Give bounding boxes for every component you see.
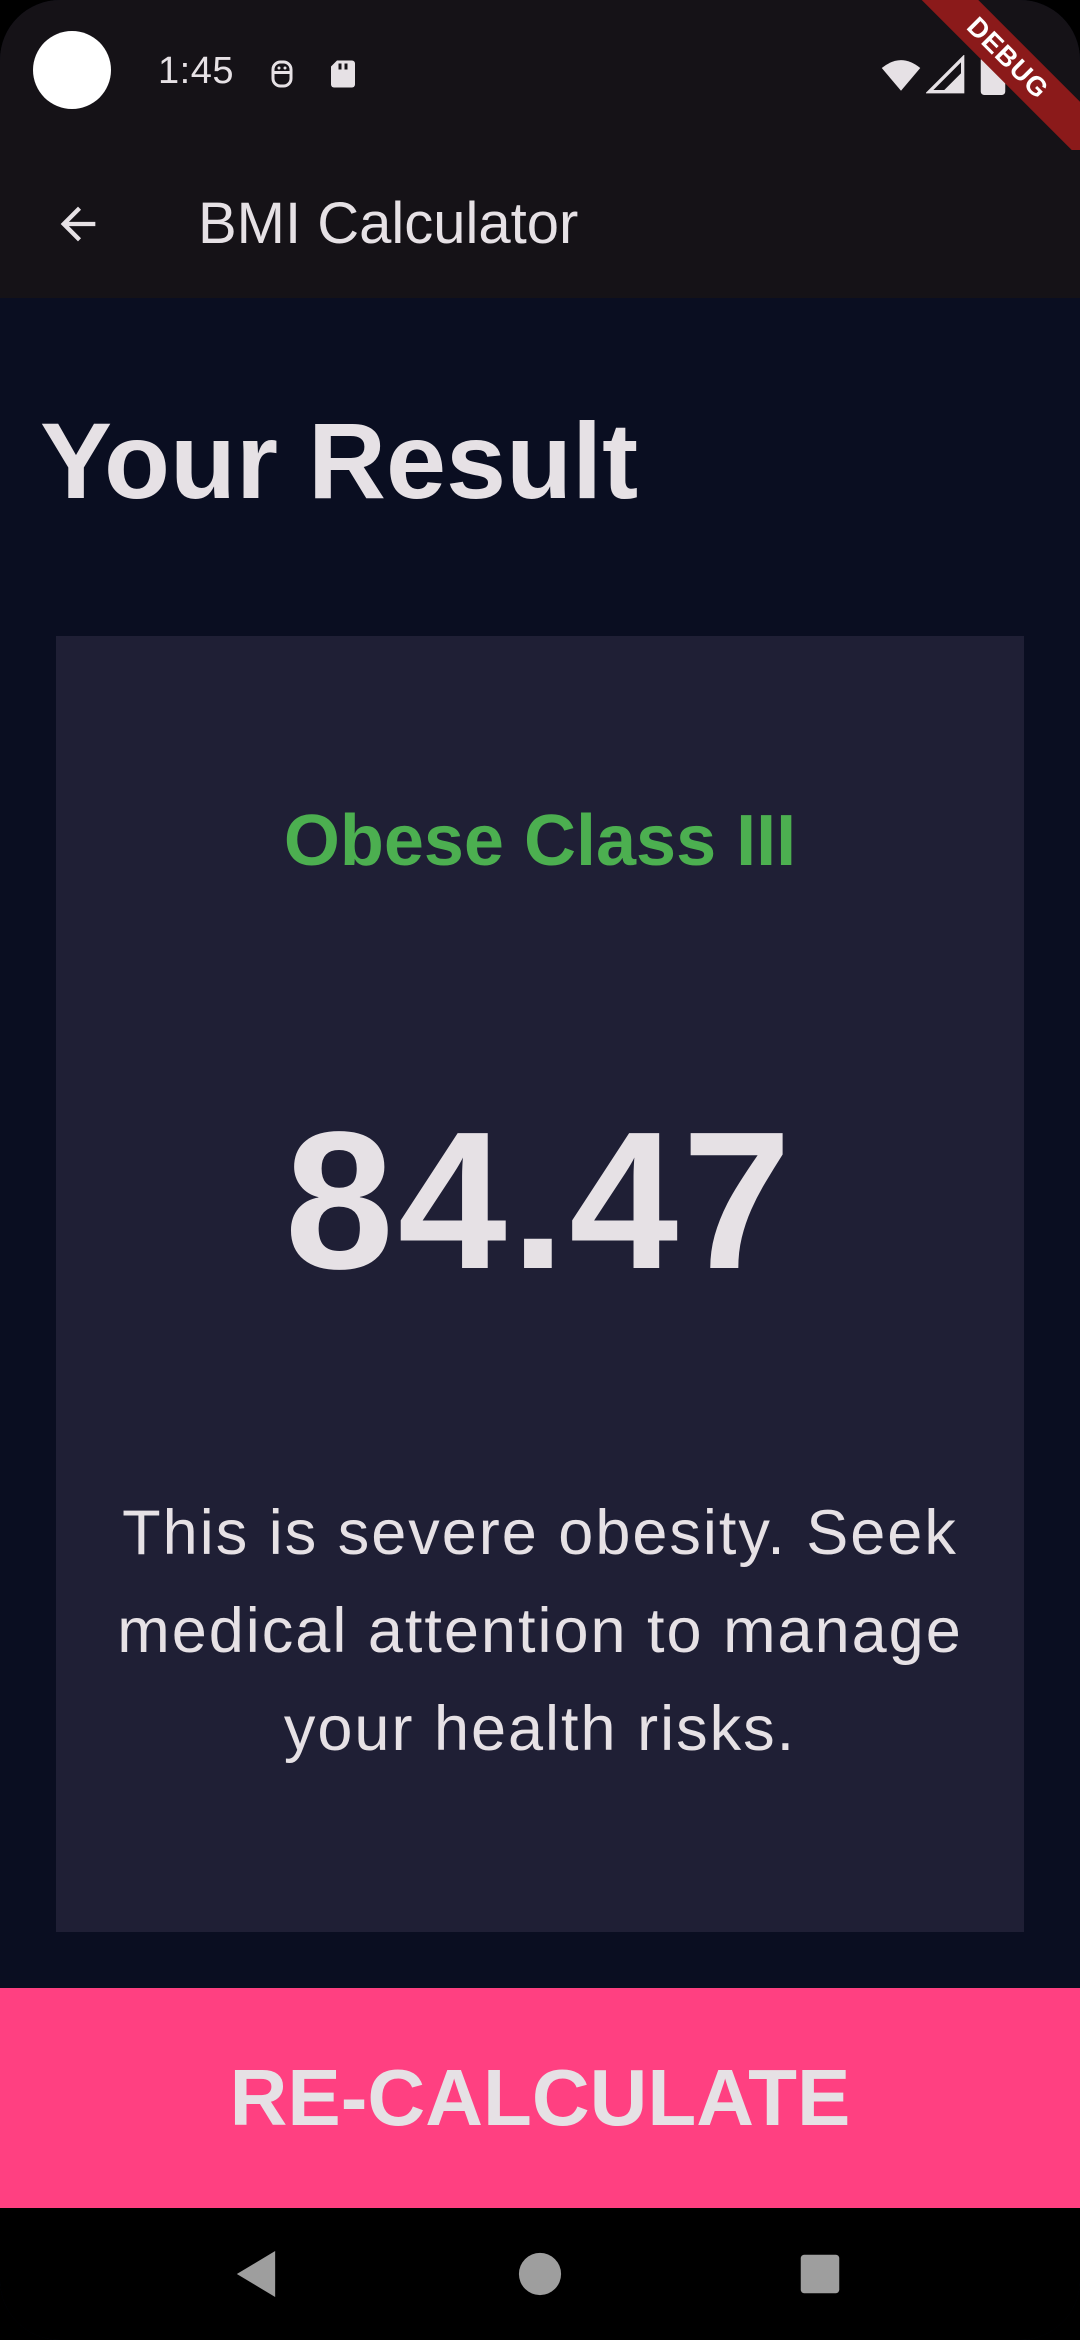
nav-recents-button[interactable] <box>784 2238 856 2310</box>
home-circle-icon <box>518 2252 562 2296</box>
page-title: Your Result <box>40 400 639 521</box>
result-category: Obese Class III <box>283 801 797 881</box>
back-button[interactable] <box>40 186 116 262</box>
sd-card-icon <box>331 60 355 88</box>
camera-dot-icon <box>33 31 111 109</box>
recalculate-button[interactable]: RE-CALCULATE <box>0 1988 1080 2208</box>
wifi-icon <box>881 60 921 91</box>
app-title: BMI Calculator <box>198 191 579 256</box>
bmi-value: 84.47 <box>284 1091 796 1310</box>
status-time: 1:45 <box>158 50 234 92</box>
face-icon <box>271 60 293 88</box>
back-triangle-icon <box>236 2251 276 2297</box>
recents-square-icon <box>800 2254 840 2294</box>
status-bar: 1:45 DEBUG <box>0 0 1080 165</box>
app-bar: BMI Calculator <box>0 150 1080 298</box>
arrow-back-icon <box>60 206 96 242</box>
system-nav-bar <box>0 2208 1080 2340</box>
bmi-interpretation: This is severe obesity. Seek medical att… <box>117 1498 963 1764</box>
signal-icon <box>926 55 965 94</box>
recalculate-label: RE-CALCULATE <box>229 2053 851 2142</box>
result-card: Obese Class III 84.47 This is severe obe… <box>56 636 1024 1932</box>
nav-home-button[interactable] <box>504 2238 576 2310</box>
nav-back-button[interactable] <box>220 2238 292 2310</box>
phone-screen: 1:45 DEBUG BMI Calculator Your Result Ob… <box>0 0 1080 2340</box>
